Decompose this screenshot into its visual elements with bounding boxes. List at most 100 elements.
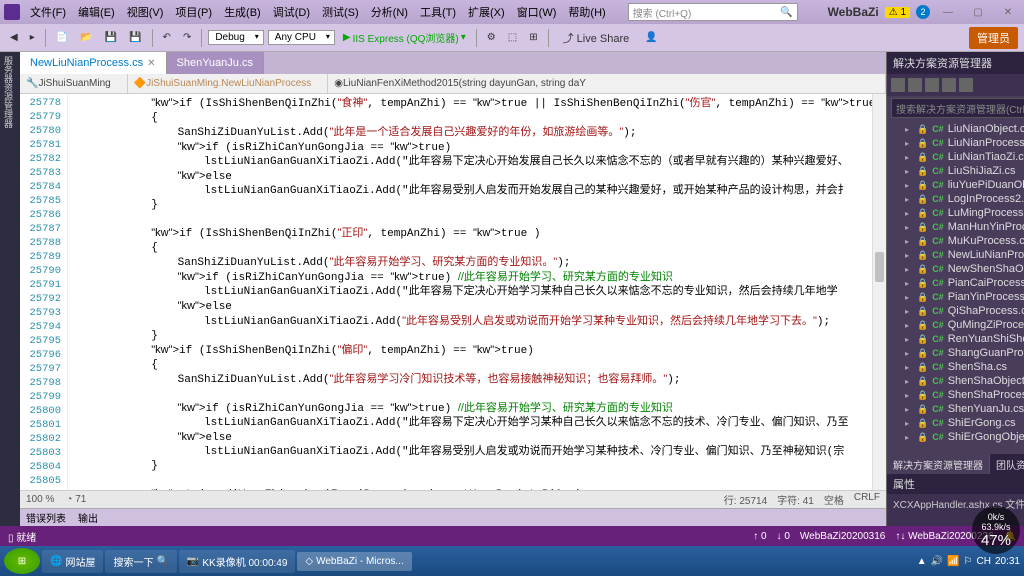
file-ShangGuanProcess.cs[interactable]: ▸🔒C# ShangGuanProcess.cs xyxy=(887,346,1024,360)
menu-测试(S)[interactable]: 测试(S) xyxy=(316,2,365,22)
menu-视图(V)[interactable]: 视图(V) xyxy=(121,2,170,22)
solution-name: WebBaZi xyxy=(828,5,879,19)
feedback-icon[interactable]: 👤 xyxy=(641,30,661,45)
start-button[interactable]: ⊞ xyxy=(4,548,40,574)
tray-icon[interactable]: 🔊 xyxy=(931,556,943,567)
solution-search-input[interactable]: 搜索解决方案资源管理器(Ctrl+;)🔍 xyxy=(891,98,1024,118)
properties-icon[interactable] xyxy=(959,78,973,92)
menu-窗口(W)[interactable]: 窗口(W) xyxy=(511,2,563,22)
taskbar-item[interactable]: 🌐 网站屋 xyxy=(42,550,103,573)
editor-tab[interactable]: ShenYuanJu.cs xyxy=(167,52,264,74)
menu-工具(T)[interactable]: 工具(T) xyxy=(414,2,462,22)
tray-icon[interactable]: 📶 xyxy=(947,556,959,567)
file-PianYinProcess.cs[interactable]: ▸🔒C# PianYinProcess.cs xyxy=(887,290,1024,304)
tab-output[interactable]: 输出 xyxy=(78,510,98,525)
file-ShenSha.cs[interactable]: ▸🔒C# ShenSha.cs xyxy=(887,360,1024,374)
start-debug-button[interactable]: ▶ IIS Express (QQ浏览器) ▾ xyxy=(339,28,470,47)
left-tool-strip[interactable]: 服务器资源管理器 工具箱 xyxy=(0,52,20,526)
menu-调试(D)[interactable]: 调试(D) xyxy=(267,2,316,22)
taskbar-clock[interactable]: 20:31 xyxy=(995,556,1020,567)
properties-title: 属性▾ ✕ xyxy=(887,474,1024,494)
back-button[interactable]: ◀ xyxy=(6,30,22,45)
windows-taskbar: ⊞ 🌐 网站屋 搜索一下 🔍 📷 KK录像机 00:00:49 ◇ WebBaZ… xyxy=(0,546,1024,576)
global-search-input[interactable]: 搜索 (Ctrl+Q) 🔍 xyxy=(628,3,798,21)
menu-编辑(E)[interactable]: 编辑(E) xyxy=(72,2,121,22)
taskbar-item[interactable]: ◇ WebBaZi - Micros... xyxy=(297,552,411,571)
editor-tabs: NewLiuNianProcess.cs ✕ShenYuanJu.cs xyxy=(20,52,886,74)
tab-solution-explorer[interactable]: 解决方案资源管理器 xyxy=(887,454,990,474)
minimize-button[interactable]: — xyxy=(936,3,960,21)
redo-button[interactable]: ↷ xyxy=(179,30,195,45)
file-LogInProcess2.cs[interactable]: ▸🔒C# LogInProcess2.cs xyxy=(887,192,1024,206)
tool-icon[interactable]: ⬚ xyxy=(504,30,521,45)
file-QuMingZiProcess.cs[interactable]: ▸🔒C# QuMingZiProcess.cs xyxy=(887,318,1024,332)
open-button[interactable]: 📂 xyxy=(76,30,96,45)
menu-bar: 文件(F)编辑(E)视图(V)项目(P)生成(B)调试(D)测试(S)分析(N)… xyxy=(0,0,1024,24)
file-ShiErGongObject.cs[interactable]: ▸🔒C# ShiErGongObject.cs xyxy=(887,430,1024,444)
editor-tab[interactable]: NewLiuNianProcess.cs ✕ xyxy=(20,52,167,74)
tray-icon[interactable]: ▲ xyxy=(917,556,927,567)
platform-dropdown[interactable]: Any CPU xyxy=(268,30,335,45)
tool-icon[interactable]: ⊞ xyxy=(525,30,541,45)
tab-error-list[interactable]: 错误列表 xyxy=(26,510,66,525)
menu-生成(B)[interactable]: 生成(B) xyxy=(218,2,267,22)
file-RenYuanShiShenObject.cs[interactable]: ▸🔒C# RenYuanShiShenObject.cs xyxy=(887,332,1024,346)
home-icon[interactable] xyxy=(891,78,905,92)
tool-icon[interactable]: ⚙ xyxy=(483,30,500,45)
save-button[interactable]: 💾 xyxy=(101,30,121,45)
code-nav-bar: 🔧 JiShuiSuanMing 🔶 JiShuiSuanMing.NewLiu… xyxy=(20,74,886,94)
vs-status-bar: ▯ 就绪 ↑ 0 ↓ 0 WebBaZi20200316 ↑↓ WebBaZi2… xyxy=(0,526,1024,546)
solution-explorer-title: 解决方案资源管理器 ▾ ✕ xyxy=(887,52,1024,74)
tray-icon[interactable]: ⚐ xyxy=(964,556,973,567)
show-all-icon[interactable] xyxy=(942,78,956,92)
menu-分析(N)[interactable]: 分析(N) xyxy=(365,2,414,22)
file-ShenShaObject.cs[interactable]: ▸🔒C# ShenShaObject.cs xyxy=(887,374,1024,388)
file-ShenShaProcess.cs[interactable]: ▸🔒C# ShenShaProcess.cs xyxy=(887,388,1024,402)
live-share-button[interactable]: ⤴ Live Share xyxy=(555,30,638,46)
file-ShiErGong.cs[interactable]: ▸🔒C# ShiErGong.cs xyxy=(887,416,1024,430)
admin-badge: 管理员 xyxy=(969,27,1018,49)
config-dropdown[interactable]: Debug xyxy=(208,30,263,45)
file-MuKuProcess.cs[interactable]: ▸🔒C# MuKuProcess.cs xyxy=(887,234,1024,248)
vertical-scrollbar[interactable] xyxy=(872,94,886,490)
menu-项目(P)[interactable]: 项目(P) xyxy=(169,2,218,22)
namespace-dropdown[interactable]: 🔧 JiShuiSuanMing xyxy=(20,74,128,93)
menu-文件(F)[interactable]: 文件(F) xyxy=(24,2,72,22)
file-QiShaProcess.cs[interactable]: ▸🔒C# QiShaProcess.cs xyxy=(887,304,1024,318)
maximize-button[interactable]: ▢ xyxy=(966,3,990,21)
close-button[interactable]: ✕ xyxy=(996,3,1020,21)
collapse-icon[interactable] xyxy=(925,78,939,92)
solution-tree[interactable]: ▸🔒C# LiuNianObject.cs▸🔒C# LiuNianProcess… xyxy=(887,120,1024,454)
refresh-icon[interactable] xyxy=(908,78,922,92)
save-all-button[interactable]: 💾 xyxy=(125,30,145,45)
file-ShenYuanJu.cs[interactable]: ▸🔒C# ShenYuanJu.cs xyxy=(887,402,1024,416)
taskbar-item[interactable]: 📷 KK录像机 00:00:49 xyxy=(179,550,296,573)
class-dropdown[interactable]: 🔶 JiShuiSuanMing.NewLiuNianProcess xyxy=(128,74,329,93)
file-liuYuePiDuanObject.cs[interactable]: ▸🔒C# liuYuePiDuanObject.cs xyxy=(887,178,1024,192)
code-editor[interactable]: "kw">if (IsShiShenBenQiInZhi("食神", tempA… xyxy=(68,94,886,490)
menu-扩展(X)[interactable]: 扩展(X) xyxy=(462,2,511,22)
taskbar-search[interactable]: 搜索一下 🔍 xyxy=(105,550,176,573)
repo-name[interactable]: WebBaZi20200316 xyxy=(800,531,885,542)
file-LiuNianObject.cs[interactable]: ▸🔒C# LiuNianObject.cs xyxy=(887,122,1024,136)
main-toolbar: ◀ ▸ 📄 📂 💾 💾 ↶ ↷ Debug Any CPU ▶ IIS Expr… xyxy=(0,24,1024,52)
file-LuMingProcess.cs[interactable]: ▸🔒C# LuMingProcess.cs xyxy=(887,206,1024,220)
file-NewLiuNianProcess.cs[interactable]: ▸🔒C# NewLiuNianProcess.cs xyxy=(887,248,1024,262)
new-file-button[interactable]: 📄 xyxy=(52,30,72,45)
file-LiuNianTiaoZi.cs[interactable]: ▸🔒C# LiuNianTiaoZi.cs xyxy=(887,150,1024,164)
undo-button[interactable]: ↶ xyxy=(159,30,175,45)
menu-帮助(H)[interactable]: 帮助(H) xyxy=(562,2,611,22)
status-ready: ▯ 就绪 xyxy=(8,529,36,544)
forward-button[interactable]: ▸ xyxy=(26,30,39,45)
tab-team-explorer[interactable]: 团队资源管理器 xyxy=(990,454,1024,474)
file-NewShenShaObject.cs[interactable]: ▸🔒C# NewShenShaObject.cs xyxy=(887,262,1024,276)
file-LiuNianProcess.cs[interactable]: ▸🔒C# LiuNianProcess.cs xyxy=(887,136,1024,150)
file-PianCaiProcess.cs[interactable]: ▸🔒C# PianCaiProcess.cs xyxy=(887,276,1024,290)
solution-toolbar[interactable] xyxy=(887,74,1024,96)
info-badge[interactable]: 2 xyxy=(916,5,930,19)
method-dropdown[interactable]: ◉ LiuNianFenXiMethod2015(string dayunGan… xyxy=(328,74,886,93)
file-LiuShiJiaZi.cs[interactable]: ▸🔒C# LiuShiJiaZi.cs xyxy=(887,164,1024,178)
tray-icon[interactable]: CH xyxy=(977,556,991,567)
warning-badge[interactable]: ⚠ 1 xyxy=(885,7,910,18)
file-ManHunYinProcess.cs[interactable]: ▸🔒C# ManHunYinProcess.cs xyxy=(887,220,1024,234)
